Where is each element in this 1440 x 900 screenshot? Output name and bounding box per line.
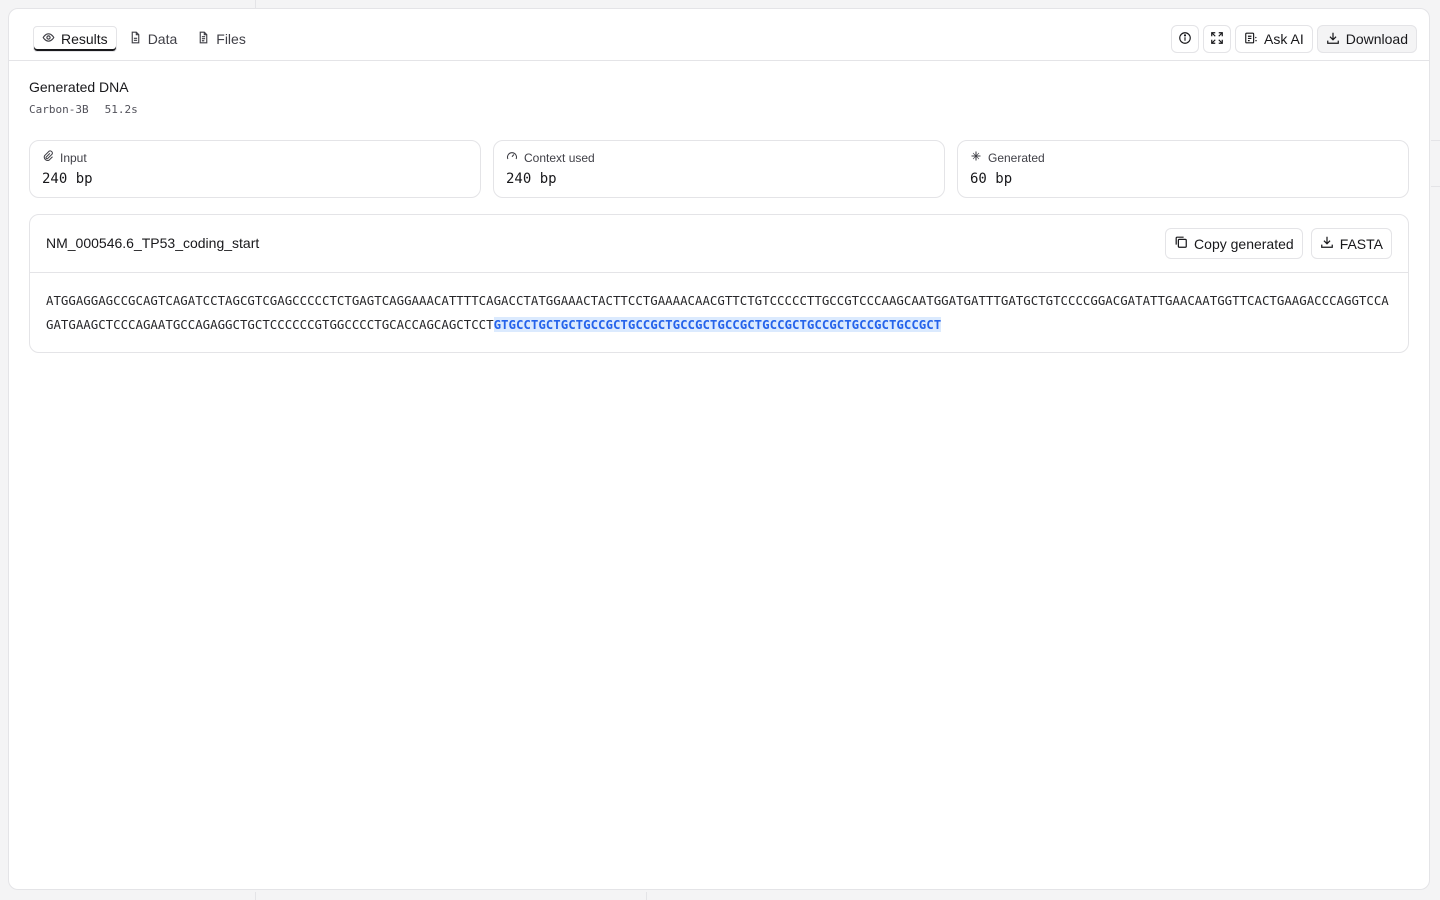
paperclip-icon <box>42 150 54 165</box>
sequence-card: NM_000546.6_TP53_coding_start Copy gener… <box>29 214 1409 353</box>
file-text-icon <box>197 31 210 47</box>
tab-results[interactable]: Results <box>33 26 117 52</box>
sequence-header: NM_000546.6_TP53_coding_start Copy gener… <box>30 215 1408 273</box>
tab-data[interactable]: Data <box>121 26 186 52</box>
sparkle-icon <box>970 150 982 165</box>
info-button[interactable] <box>1171 25 1200 53</box>
stat-generated-label: Generated <box>988 150 1045 165</box>
tab-files-label: Files <box>216 31 246 47</box>
copy-generated-label: Copy generated <box>1194 235 1294 252</box>
file-icon <box>129 31 142 47</box>
stat-context-label: Context used <box>524 150 595 165</box>
stat-input-label: Input <box>60 150 87 165</box>
tab-results-label: Results <box>61 31 108 47</box>
sequence-actions: Copy generated FASTA <box>1165 228 1392 259</box>
fasta-button[interactable]: FASTA <box>1310 228 1392 259</box>
ask-ai-icon <box>1244 31 1258 48</box>
copy-icon <box>1174 235 1188 252</box>
download-icon <box>1326 31 1340 48</box>
download-button[interactable]: Download <box>1316 25 1417 53</box>
stat-card-label: Input <box>42 150 468 165</box>
sequence-name: NM_000546.6_TP53_coding_start <box>46 235 260 251</box>
stat-card-input: Input 240 bp <box>29 140 481 198</box>
stat-card-context: Context used 240 bp <box>493 140 945 198</box>
copy-generated-button[interactable]: Copy generated <box>1165 228 1303 259</box>
model-name: Carbon-3B <box>29 103 89 116</box>
result-header: Generated DNA Carbon-3B 51.2s <box>29 79 1409 116</box>
stat-context-value: 240 bp <box>506 171 557 187</box>
sequence-text: ATGGAGGAGCCGCAGTCAGATCCTAGCGTCGAGCCCCCTC… <box>30 273 1408 353</box>
panel-toolbar: Results Data Files Ask AI Download <box>9 9 1429 61</box>
gauge-icon <box>506 150 518 165</box>
toolbar-actions: Ask AI Download <box>1171 25 1417 53</box>
stat-card-label: Generated <box>970 150 1396 165</box>
result-meta: Carbon-3B 51.2s <box>29 103 1409 116</box>
eye-icon <box>42 31 55 47</box>
ask-ai-button[interactable]: Ask AI <box>1235 25 1313 53</box>
tab-bar: Results Data Files <box>33 26 254 52</box>
generated-sequence: GTGCCTGCTGCTGCCGCTGCCGCTGCCGCTGCCGCTGCCG… <box>493 317 942 332</box>
tab-files[interactable]: Files <box>189 26 254 52</box>
fullscreen-button[interactable] <box>1203 25 1232 53</box>
stat-input-value: 240 bp <box>42 171 93 187</box>
download-icon <box>1320 235 1334 252</box>
info-icon <box>1178 31 1192 48</box>
results-panel: Results Data Files Ask AI Download Gener… <box>8 8 1430 890</box>
tab-data-label: Data <box>147 31 178 47</box>
page-title: Generated DNA <box>29 79 129 95</box>
stat-generated-value: 60 bp <box>970 171 1013 187</box>
stat-card-label: Context used <box>506 150 932 165</box>
stat-cards: Input 240 bp Context used 240 bp Generat… <box>29 140 1409 198</box>
stat-card-generated: Generated 60 bp <box>957 140 1409 198</box>
expand-icon <box>1210 31 1224 48</box>
duration: 51.2s <box>104 103 138 116</box>
ask-ai-label: Ask AI <box>1264 31 1304 47</box>
download-label: Download <box>1345 31 1408 47</box>
fasta-label: FASTA <box>1339 235 1383 252</box>
